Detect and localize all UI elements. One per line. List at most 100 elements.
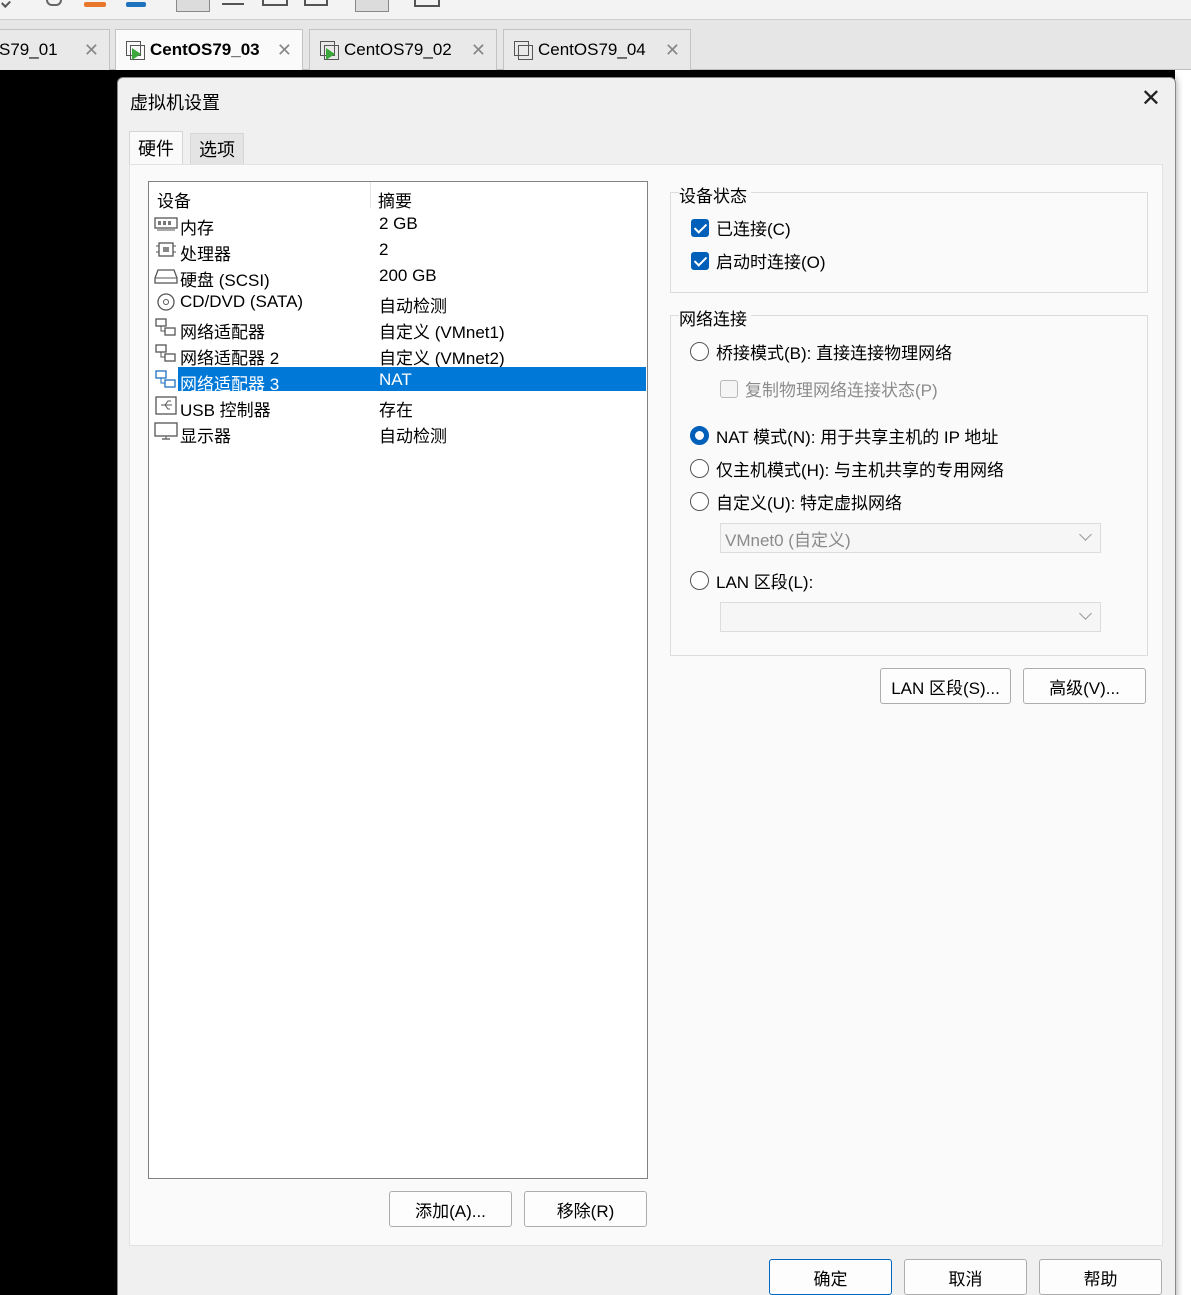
close-icon[interactable]: ✕ (277, 40, 292, 61)
device-row-cd-dvd[interactable]: CD/DVD (SATA) 自动检测 (153, 289, 647, 316)
close-icon[interactable]: ✕ (665, 40, 680, 61)
close-icon[interactable]: ✕ (471, 40, 486, 61)
close-icon[interactable]: ✕ (1141, 84, 1161, 113)
device-row-memory[interactable]: 内存 2 GB (153, 211, 647, 238)
cd-dvd-icon (157, 293, 175, 311)
network-adapter-icon (155, 318, 176, 336)
device-summary: 2 GB (379, 214, 418, 233)
close-icon[interactable]: ✕ (84, 40, 99, 61)
view-fullscreen-icon[interactable] (222, 0, 244, 5)
tab-hardware[interactable]: 硬件 (129, 131, 183, 164)
revert-icon[interactable] (46, 0, 62, 6)
device-name: CD/DVD (SATA) (180, 292, 304, 311)
tab-vm-01[interactable]: S79_01 ✕ (0, 29, 110, 70)
device-row-network-adapter-1[interactable]: 网络适配器 自定义 (VMnet1) (153, 315, 647, 342)
cancel-button[interactable]: 取消 (904, 1259, 1027, 1295)
radio-unselected-icon (690, 459, 709, 478)
device-name: 硬盘 (SCSI) (180, 271, 270, 290)
device-summary: 自定义 (VMnet1) (379, 323, 505, 342)
radio-unselected-icon (690, 571, 709, 590)
checkbox-checked-icon (691, 251, 709, 270)
tab-label: S79_01 (0, 40, 58, 59)
tab-label: CentOS79_03 (150, 40, 260, 59)
device-row-processor[interactable]: 处理器 2 (153, 237, 647, 264)
device-summary: 自定义 (VMnet2) (379, 349, 505, 368)
tab-options[interactable]: 选项 (190, 133, 244, 164)
view-normal-icon[interactable] (176, 0, 210, 12)
custom-radio[interactable]: 自定义(U): 特定虚拟网络 (690, 489, 902, 514)
device-summary: 自动检测 (379, 427, 447, 446)
device-name: USB 控制器 (180, 401, 271, 420)
device-summary: 自动检测 (379, 297, 447, 316)
tab-label: CentOS79_02 (344, 40, 452, 59)
radio-unselected-icon (690, 342, 709, 361)
device-name: 网络适配器 3 (180, 375, 280, 394)
replicate-state-checkbox[interactable]: 复制物理网络连接状态(P) (720, 376, 938, 401)
vm-tab-bar: S79_01 ✕ CentOS79_03 ✕ CentOS79_02 ✕ Cen… (0, 20, 1191, 70)
device-status-title: 设备状态 (679, 182, 751, 207)
tab-vm-04[interactable]: CentOS79_04 ✕ (503, 29, 691, 70)
custom-network-select[interactable]: VMnet0 (自定义) (720, 523, 1101, 553)
lan-segments-button[interactable]: LAN 区段(S)... (880, 668, 1011, 704)
vm-icon (514, 41, 533, 60)
custom-label: 自定义(U): 特定虚拟网络 (716, 494, 903, 513)
console-background (1175, 70, 1191, 1295)
manage-snapshot-icon[interactable] (126, 2, 146, 7)
device-name: 网络适配器 (180, 323, 265, 342)
device-summary: 2 (379, 240, 389, 259)
harddisk-icon (154, 269, 178, 284)
connect-at-power-on-label: 启动时连接(O) (716, 253, 826, 272)
remove-device-button[interactable]: 移除(R) (524, 1191, 647, 1227)
monitor-icon (154, 422, 178, 440)
dropdown-icon[interactable] (1, 0, 11, 8)
device-row-usb[interactable]: USB 控制器 存在 (153, 393, 647, 420)
vm-settings-dialog: 虚拟机设置 ✕ 硬件 选项 设备 摘要 内存 2 GB 处理器 2 硬盘 (SC… (117, 77, 1176, 1295)
dialog-title: 虚拟机设置 (130, 93, 220, 113)
tab-label: CentOS79_04 (538, 40, 646, 59)
usb-icon (155, 396, 177, 415)
lan-segment-radio[interactable]: LAN 区段(L): (690, 568, 813, 593)
radio-selected-icon (690, 426, 709, 445)
ok-button[interactable]: 确定 (769, 1259, 892, 1295)
lan-segment-label: LAN 区段(L): (716, 573, 814, 592)
snapshot-icon[interactable] (84, 2, 106, 7)
view-fit-icon[interactable] (262, 0, 288, 6)
connected-label: 已连接(C) (716, 220, 791, 239)
view-stretch-icon[interactable] (304, 0, 328, 6)
connect-at-power-on-checkbox[interactable]: 启动时连接(O) (691, 248, 826, 273)
thumbnail-icon[interactable] (414, 0, 440, 7)
lan-segment-select[interactable] (720, 602, 1101, 632)
device-name: 显示器 (180, 427, 231, 446)
bridged-radio[interactable]: 桥接模式(B): 直接连接物理网络 (690, 339, 952, 364)
hardware-panel: 设备 摘要 内存 2 GB 处理器 2 硬盘 (SCSI) 200 GB CD/… (129, 164, 1163, 1246)
column-header-device[interactable]: 设备 (157, 187, 191, 212)
nat-radio[interactable]: NAT 模式(N): 用于共享主机的 IP 地址 (690, 423, 998, 448)
advanced-button[interactable]: 高级(V)... (1023, 668, 1146, 704)
chevron-down-icon (1079, 528, 1092, 541)
device-list-header: 设备 摘要 (149, 182, 647, 211)
connected-checkbox[interactable]: 已连接(C) (691, 215, 791, 240)
custom-network-value: VMnet0 (自定义) (725, 530, 851, 550)
chevron-down-icon (1079, 607, 1092, 620)
host-only-label: 仅主机模式(H): 与主机共享的专用网络 (716, 461, 1005, 480)
host-only-radio[interactable]: 仅主机模式(H): 与主机共享的专用网络 (690, 456, 1004, 481)
vm-running-icon (320, 41, 339, 60)
device-row-network-adapter-2[interactable]: 网络适配器 2 自定义 (VMnet2) (153, 341, 647, 368)
tab-vm-02[interactable]: CentOS79_02 ✕ (309, 29, 497, 70)
device-row-network-adapter-3[interactable]: 网络适配器 3 NAT (153, 367, 647, 394)
app-toolbar (0, 0, 1191, 20)
column-header-summary[interactable]: 摘要 (378, 187, 412, 212)
device-name: 处理器 (180, 245, 231, 264)
column-divider[interactable] (370, 182, 371, 208)
tab-vm-03[interactable]: CentOS79_03 ✕ (115, 29, 303, 70)
nat-label: NAT 模式(N): 用于共享主机的 IP 地址 (716, 428, 999, 447)
radio-unselected-icon (690, 492, 709, 511)
device-list[interactable]: 设备 摘要 内存 2 GB 处理器 2 硬盘 (SCSI) 200 GB CD/… (148, 181, 648, 1179)
device-row-display[interactable]: 显示器 自动检测 (153, 419, 647, 446)
device-row-harddisk[interactable]: 硬盘 (SCSI) 200 GB (153, 263, 647, 290)
device-status-group (670, 192, 1148, 293)
network-adapter-icon (155, 344, 176, 362)
help-button[interactable]: 帮助 (1039, 1259, 1162, 1295)
console-view-icon[interactable] (355, 0, 389, 12)
add-device-button[interactable]: 添加(A)... (389, 1191, 512, 1227)
